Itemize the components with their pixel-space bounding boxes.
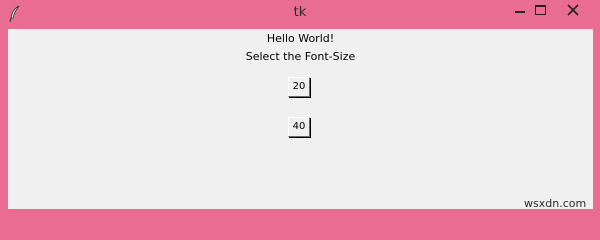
watermark-text: wsxdn.com: [524, 197, 587, 210]
app-window: tk Hello World! Select the Font-Size 20 …: [0, 0, 600, 216]
font-size-20-button[interactable]: 20: [288, 77, 310, 97]
font-size-prompt-label: Select the Font-Size: [245, 50, 356, 63]
minimize-icon: [515, 11, 525, 13]
greeting-label: Hello World!: [266, 32, 335, 45]
close-button[interactable]: [551, 0, 595, 22]
maximize-icon: [535, 5, 546, 15]
font-size-40-button[interactable]: 40: [288, 117, 310, 137]
title-bar[interactable]: tk: [0, 0, 600, 28]
window-content: Hello World! Select the Font-Size 20 40: [8, 29, 593, 209]
